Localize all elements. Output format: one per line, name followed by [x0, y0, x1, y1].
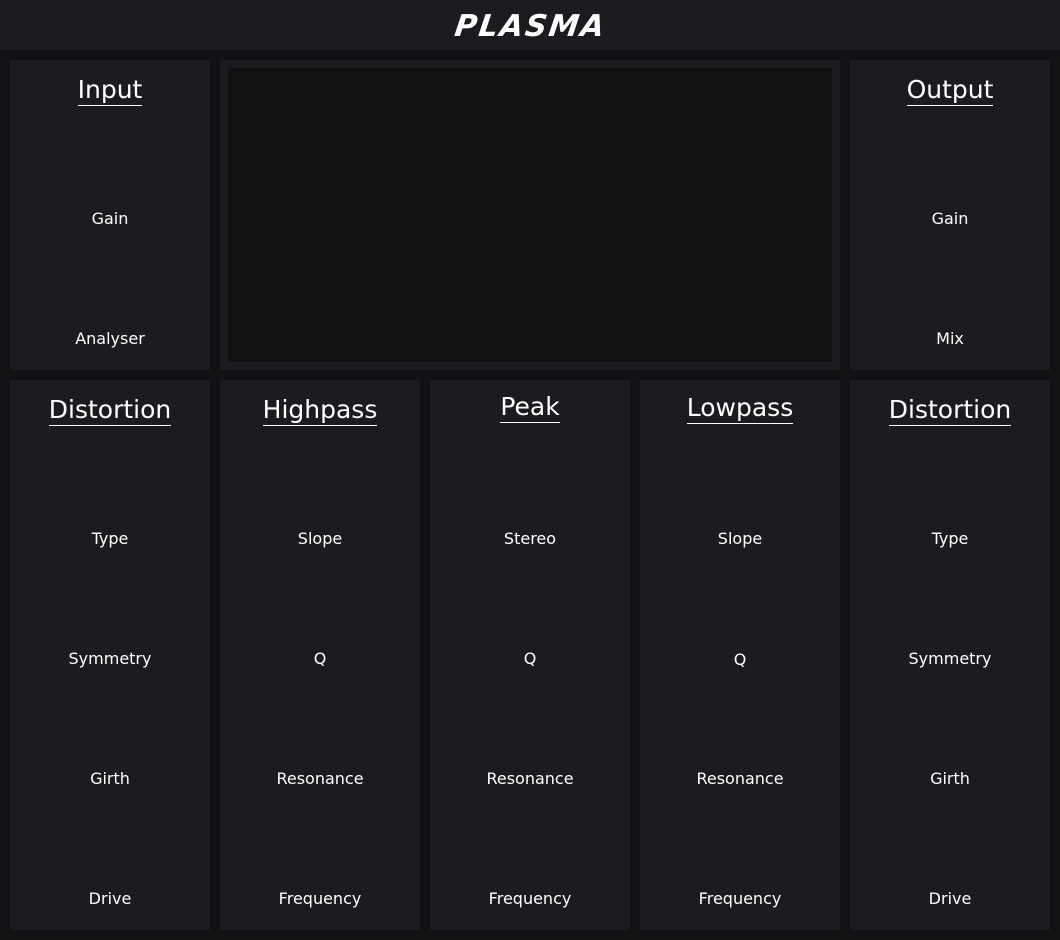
lowpass-q-control[interactable]: Q [640, 650, 840, 670]
lowpass-slope-control[interactable]: Slope [640, 529, 840, 549]
peak-stereo-control[interactable]: Stereo [430, 529, 630, 549]
q-label: Q [733, 650, 747, 669]
peak-resonance-control[interactable]: Resonance [430, 769, 630, 789]
type-label: Type [931, 529, 969, 548]
drive-label: Drive [88, 889, 132, 908]
analyser-label: Analyser [75, 329, 145, 348]
output-gain-label: Gain [931, 209, 969, 228]
resonance-label: Resonance [276, 769, 364, 788]
q-label: Q [313, 649, 327, 668]
distortion-right-panel: Distortion Type Symmetry Girth Drive [850, 380, 1050, 930]
lowpass-frequency-control[interactable]: Frequency [640, 889, 840, 909]
output-panel: Output Gain Mix [850, 60, 1050, 370]
plasma-logo: PLASMA [452, 8, 608, 44]
lowpass-panel: Lowpass Slope Q Resonance Frequency [640, 380, 840, 930]
peak-frequency-control[interactable]: Frequency [430, 889, 630, 909]
symmetry-label: Symmetry [908, 649, 992, 668]
distortion-right-drive-control[interactable]: Drive [850, 889, 1050, 909]
distortion-left-title: Distortion [48, 395, 172, 426]
distortion-left-drive-control[interactable]: Drive [10, 889, 210, 909]
analyser-control[interactable]: Analyser [10, 329, 210, 349]
distortion-left-panel: Distortion Type Symmetry Girth Drive [10, 380, 210, 930]
input-gain-control[interactable]: Gain [10, 209, 210, 229]
highpass-q-control[interactable]: Q [220, 649, 420, 669]
lowpass-title: Lowpass [686, 393, 794, 424]
distortion-right-title: Distortion [888, 395, 1012, 426]
slope-label: Slope [717, 529, 763, 548]
symmetry-label: Symmetry [68, 649, 152, 668]
highpass-title: Highpass [262, 395, 378, 426]
frequency-label: Frequency [488, 889, 572, 908]
distortion-left-girth-control[interactable]: Girth [10, 769, 210, 789]
girth-label: Girth [90, 769, 130, 788]
output-gain-control[interactable]: Gain [850, 209, 1050, 229]
analyser-display [228, 68, 832, 362]
frequency-label: Frequency [278, 889, 362, 908]
input-title: Input [77, 75, 143, 106]
analyser-display-frame [220, 60, 840, 370]
peak-title: Peak [500, 392, 560, 423]
drive-label: Drive [928, 889, 972, 908]
header-bar: PLASMA [0, 0, 1060, 50]
input-panel: Input Gain Analyser [10, 60, 210, 370]
resonance-label: Resonance [696, 769, 784, 788]
mix-control[interactable]: Mix [850, 329, 1050, 349]
q-label: Q [523, 649, 537, 668]
highpass-panel: Highpass Slope Q Resonance Frequency [220, 380, 420, 930]
distortion-left-symmetry-control[interactable]: Symmetry [10, 649, 210, 669]
distortion-left-type-control[interactable]: Type [10, 529, 210, 549]
highpass-resonance-control[interactable]: Resonance [220, 769, 420, 789]
girth-label: Girth [930, 769, 970, 788]
input-gain-label: Gain [91, 209, 129, 228]
lowpass-resonance-control[interactable]: Resonance [640, 769, 840, 789]
output-title: Output [906, 75, 994, 106]
peak-q-control[interactable]: Q [430, 649, 630, 669]
distortion-right-girth-control[interactable]: Girth [850, 769, 1050, 789]
frequency-label: Frequency [698, 889, 782, 908]
slope-label: Slope [297, 529, 343, 548]
type-label: Type [91, 529, 129, 548]
stereo-label: Stereo [503, 529, 557, 548]
resonance-label: Resonance [486, 769, 574, 788]
peak-panel: Peak Stereo Q Resonance Frequency [430, 380, 630, 930]
distortion-right-symmetry-control[interactable]: Symmetry [850, 649, 1050, 669]
highpass-frequency-control[interactable]: Frequency [220, 889, 420, 909]
distortion-right-type-control[interactable]: Type [850, 529, 1050, 549]
highpass-slope-control[interactable]: Slope [220, 529, 420, 549]
mix-label: Mix [936, 329, 964, 348]
